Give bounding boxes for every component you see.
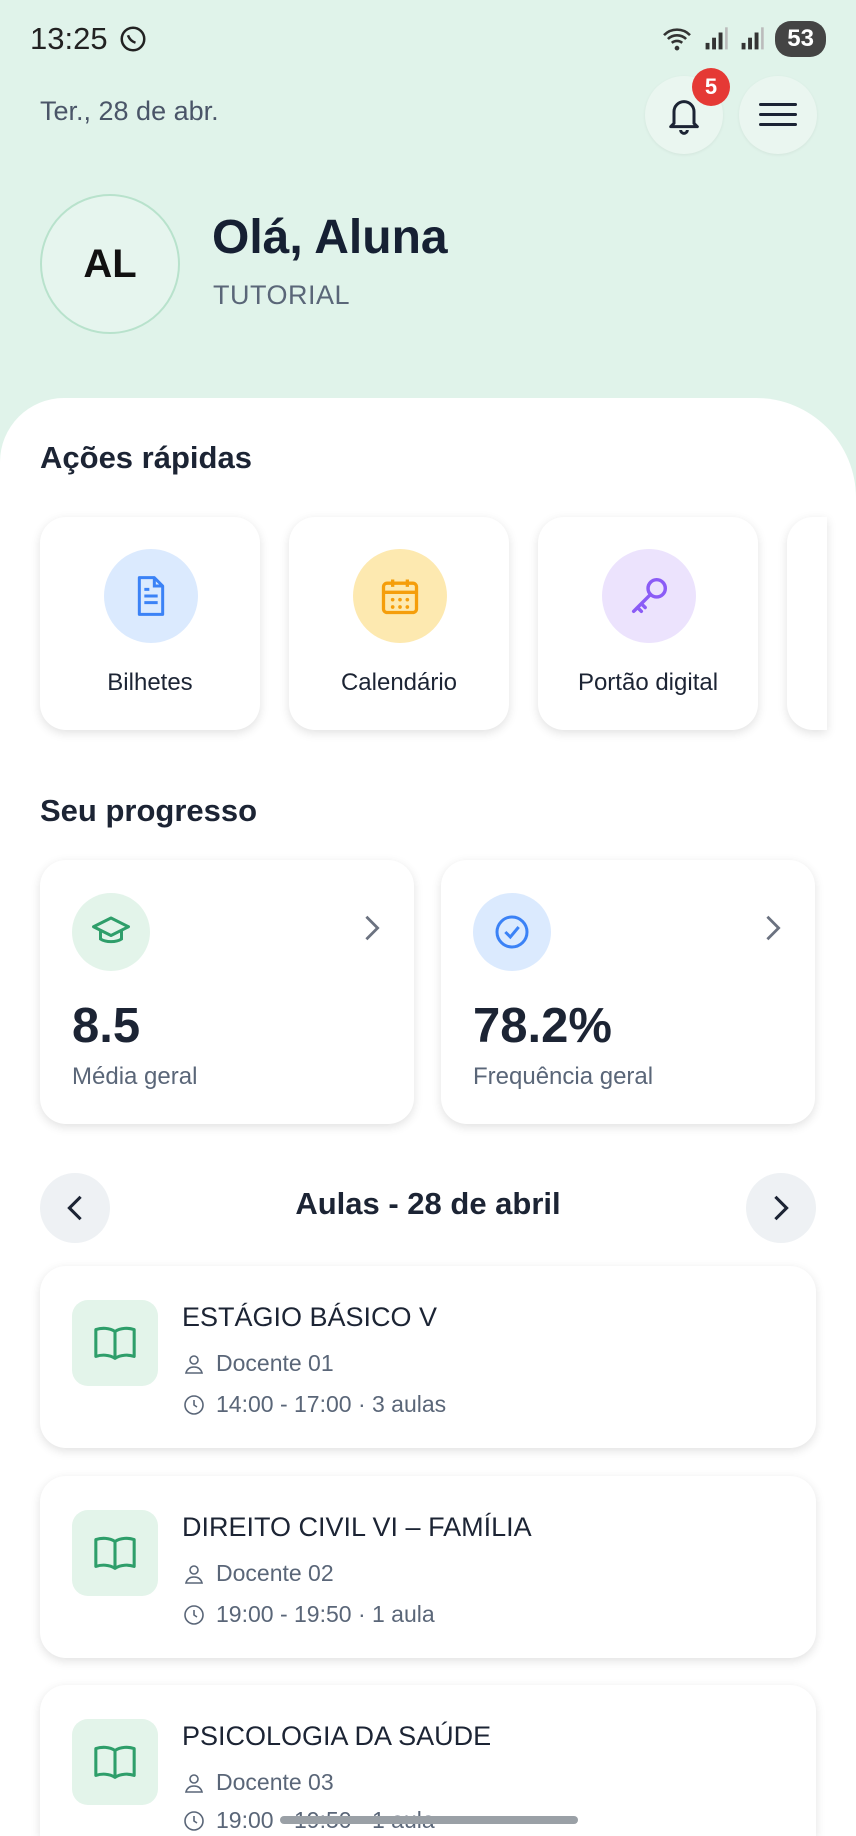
battery-level: 53 xyxy=(775,21,826,57)
calendar-icon xyxy=(381,579,419,615)
notification-badge: 5 xyxy=(692,68,730,106)
class-time: 19:00 - 19:50 · 1 aula xyxy=(216,1601,435,1627)
status-bar: 13:25 53 xyxy=(30,18,826,60)
quick-action-calendario[interactable]: Calendário xyxy=(289,517,509,730)
avatar[interactable]: AL xyxy=(40,194,180,334)
user-subtitle: TUTORIAL xyxy=(213,280,351,310)
next-day-button[interactable] xyxy=(746,1173,816,1243)
quick-action-portao-digital[interactable]: Portão digital xyxy=(538,517,758,730)
progress-card-media[interactable]: 8.5 Média geral xyxy=(40,860,414,1124)
quick-action-label: Portão digital xyxy=(577,669,719,696)
status-time: 13:25 xyxy=(30,21,108,56)
book-icon xyxy=(94,1326,136,1360)
class-card[interactable]: ESTÁGIO BÁSICO V Docente 01 14:00 - 17:0… xyxy=(40,1266,816,1448)
class-teacher: Docente 03 xyxy=(216,1769,334,1795)
chevron-right-icon xyxy=(365,915,380,941)
attendance-value: 78.2% xyxy=(473,999,612,1053)
wifi-icon xyxy=(663,28,692,51)
average-value: 8.5 xyxy=(72,999,141,1053)
user-icon xyxy=(184,1773,204,1793)
graduation-cap-icon xyxy=(92,916,130,944)
book-icon xyxy=(94,1536,136,1570)
quick-actions-title: Ações rápidas xyxy=(40,440,252,475)
class-card[interactable]: DIREITO CIVIL VI – FAMÍLIA Docente 02 19… xyxy=(40,1476,816,1658)
current-date: Ter., 28 de abr. xyxy=(40,96,219,126)
home-indicator[interactable] xyxy=(280,1816,578,1824)
chevron-right-icon xyxy=(774,1195,789,1221)
key-icon xyxy=(631,577,668,614)
progress-title: Seu progresso xyxy=(40,793,258,828)
quick-action-label: Bilhetes xyxy=(107,669,193,696)
class-card[interactable]: PSICOLOGIA DA SAÚDE Docente 03 19:00 - 1… xyxy=(40,1685,816,1836)
class-teacher: Docente 01 xyxy=(216,1350,334,1376)
whatsapp-icon xyxy=(120,26,146,52)
quick-action-bilhetes[interactable]: Bilhetes xyxy=(40,517,260,730)
progress-card-frequencia[interactable]: 78.2% Frequência geral xyxy=(441,860,815,1124)
hamburger-icon xyxy=(759,103,797,126)
signal-icon xyxy=(705,27,728,50)
book-icon xyxy=(94,1745,136,1779)
quick-action-more[interactable] xyxy=(787,517,827,730)
signal-icon-2 xyxy=(741,27,764,50)
menu-button[interactable] xyxy=(739,76,817,154)
class-title: DIREITO CIVIL VI – FAMÍLIA xyxy=(182,1512,532,1542)
chevron-right-icon xyxy=(766,915,781,941)
clock-icon xyxy=(184,1810,204,1831)
clock-icon xyxy=(184,1604,204,1625)
document-icon xyxy=(137,576,165,616)
attendance-label: Frequência geral xyxy=(473,1063,654,1090)
average-label: Média geral xyxy=(72,1063,198,1090)
user-icon xyxy=(184,1354,204,1374)
class-title: PSICOLOGIA DA SAÚDE xyxy=(182,1721,492,1751)
quick-action-label: Calendário xyxy=(340,669,458,696)
class-title: ESTÁGIO BÁSICO V xyxy=(182,1302,438,1332)
clock-icon xyxy=(184,1394,204,1415)
classes-day-title: Aulas - 28 de abril xyxy=(295,1186,561,1221)
class-teacher: Docente 02 xyxy=(216,1560,334,1586)
user-icon xyxy=(184,1564,204,1584)
check-circle-icon xyxy=(495,915,529,949)
class-time: 14:00 - 17:00 · 3 aulas xyxy=(216,1391,447,1417)
greeting: Olá, Aluna xyxy=(212,211,448,264)
